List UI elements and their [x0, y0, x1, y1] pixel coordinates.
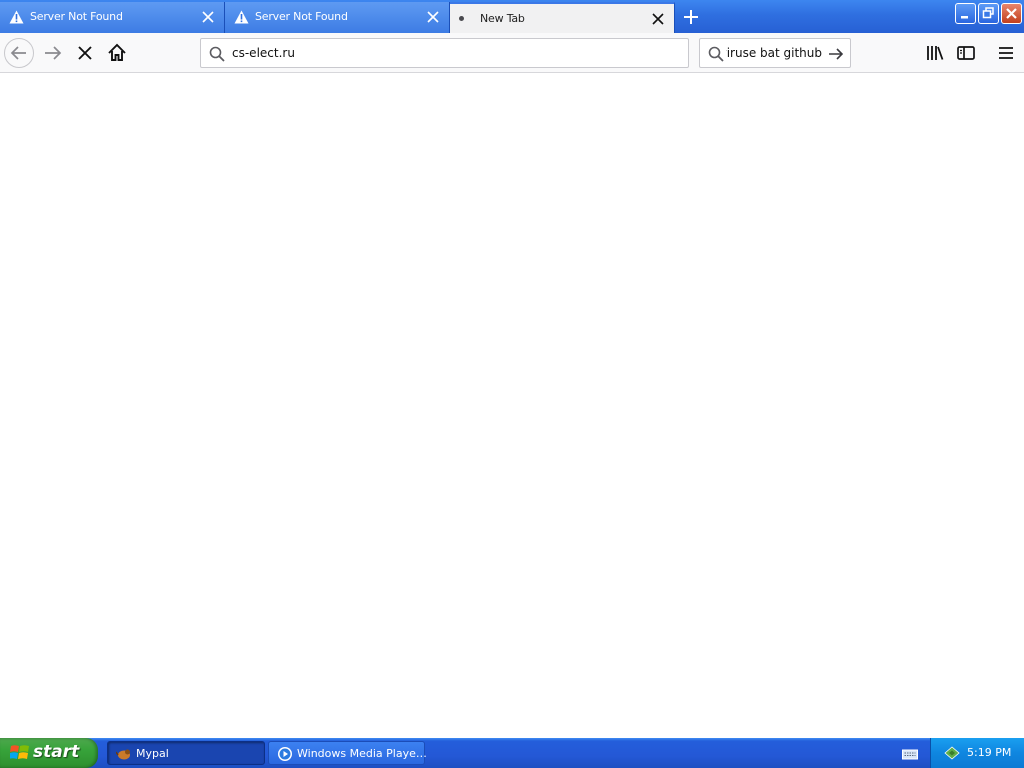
mypal-icon — [116, 749, 130, 760]
back-button[interactable] — [4, 38, 34, 68]
taskbar-item-label: Mypal — [136, 747, 169, 760]
start-button[interactable]: start — [0, 738, 98, 768]
stop-x-icon — [78, 46, 92, 60]
tab-strip: Server Not Found Server Not Found New Ta… — [0, 0, 1024, 33]
keyboard-icon[interactable] — [902, 748, 918, 760]
forward-button[interactable] — [38, 38, 68, 68]
address-bar[interactable]: cs-elect.ru — [200, 38, 689, 68]
tab-server-not-found-1[interactable]: Server Not Found — [0, 2, 225, 33]
go-arrow-icon[interactable] — [827, 45, 845, 63]
page-content-area — [0, 73, 1024, 738]
menu-hamburger-icon[interactable] — [996, 43, 1016, 63]
clock[interactable]: 5:19 PM — [967, 746, 1011, 759]
start-label: start — [33, 742, 80, 762]
loading-dot-icon — [459, 16, 464, 21]
warning-icon — [9, 10, 24, 24]
home-icon — [108, 43, 126, 61]
close-window-button[interactable] — [1001, 3, 1022, 24]
search-bar-text[interactable]: viruse bat github — [726, 46, 822, 60]
search-icon — [708, 46, 724, 62]
close-icon[interactable] — [426, 10, 440, 24]
taskbar-item-label: Windows Media Playe… — [297, 747, 427, 760]
new-tab-plus-icon[interactable] — [680, 6, 702, 28]
windows-logo-icon — [10, 745, 29, 759]
tab-label: Server Not Found — [255, 10, 348, 23]
taskbar-item-mypal[interactable]: Mypal — [107, 741, 265, 765]
close-window-icon — [1006, 8, 1017, 19]
navigation-toolbar: cs-elect.ru viruse bat github — [0, 33, 1024, 73]
taskbar-item-media-player[interactable]: Windows Media Playe… — [268, 741, 427, 765]
close-icon[interactable] — [201, 10, 215, 24]
back-arrow-icon — [10, 46, 26, 60]
minimize-icon — [961, 16, 968, 19]
close-icon[interactable] — [651, 12, 665, 26]
network-icon[interactable] — [943, 744, 961, 762]
warning-icon — [234, 10, 249, 24]
stop-button[interactable] — [70, 38, 100, 68]
tab-label: Server Not Found — [30, 10, 123, 23]
address-bar-text[interactable]: cs-elect.ru — [232, 46, 295, 60]
sidebar-icon[interactable] — [956, 43, 976, 63]
system-tray: 5:19 PM — [930, 738, 1024, 768]
media-player-icon — [278, 747, 292, 761]
tab-new-tab[interactable]: New Tab — [450, 2, 675, 33]
restore-icon — [982, 7, 994, 19]
home-button[interactable] — [102, 38, 132, 68]
windows-taskbar: start Mypal Windows Media Playe… 5:19 PM — [0, 738, 1024, 768]
tab-server-not-found-2[interactable]: Server Not Found — [225, 2, 450, 33]
tab-label: New Tab — [480, 12, 525, 25]
restore-button[interactable] — [978, 3, 999, 24]
search-bar[interactable]: viruse bat github — [699, 38, 851, 68]
minimize-button[interactable] — [955, 3, 976, 24]
search-icon — [209, 46, 225, 62]
forward-arrow-icon — [45, 46, 62, 60]
library-icon[interactable] — [925, 43, 945, 63]
